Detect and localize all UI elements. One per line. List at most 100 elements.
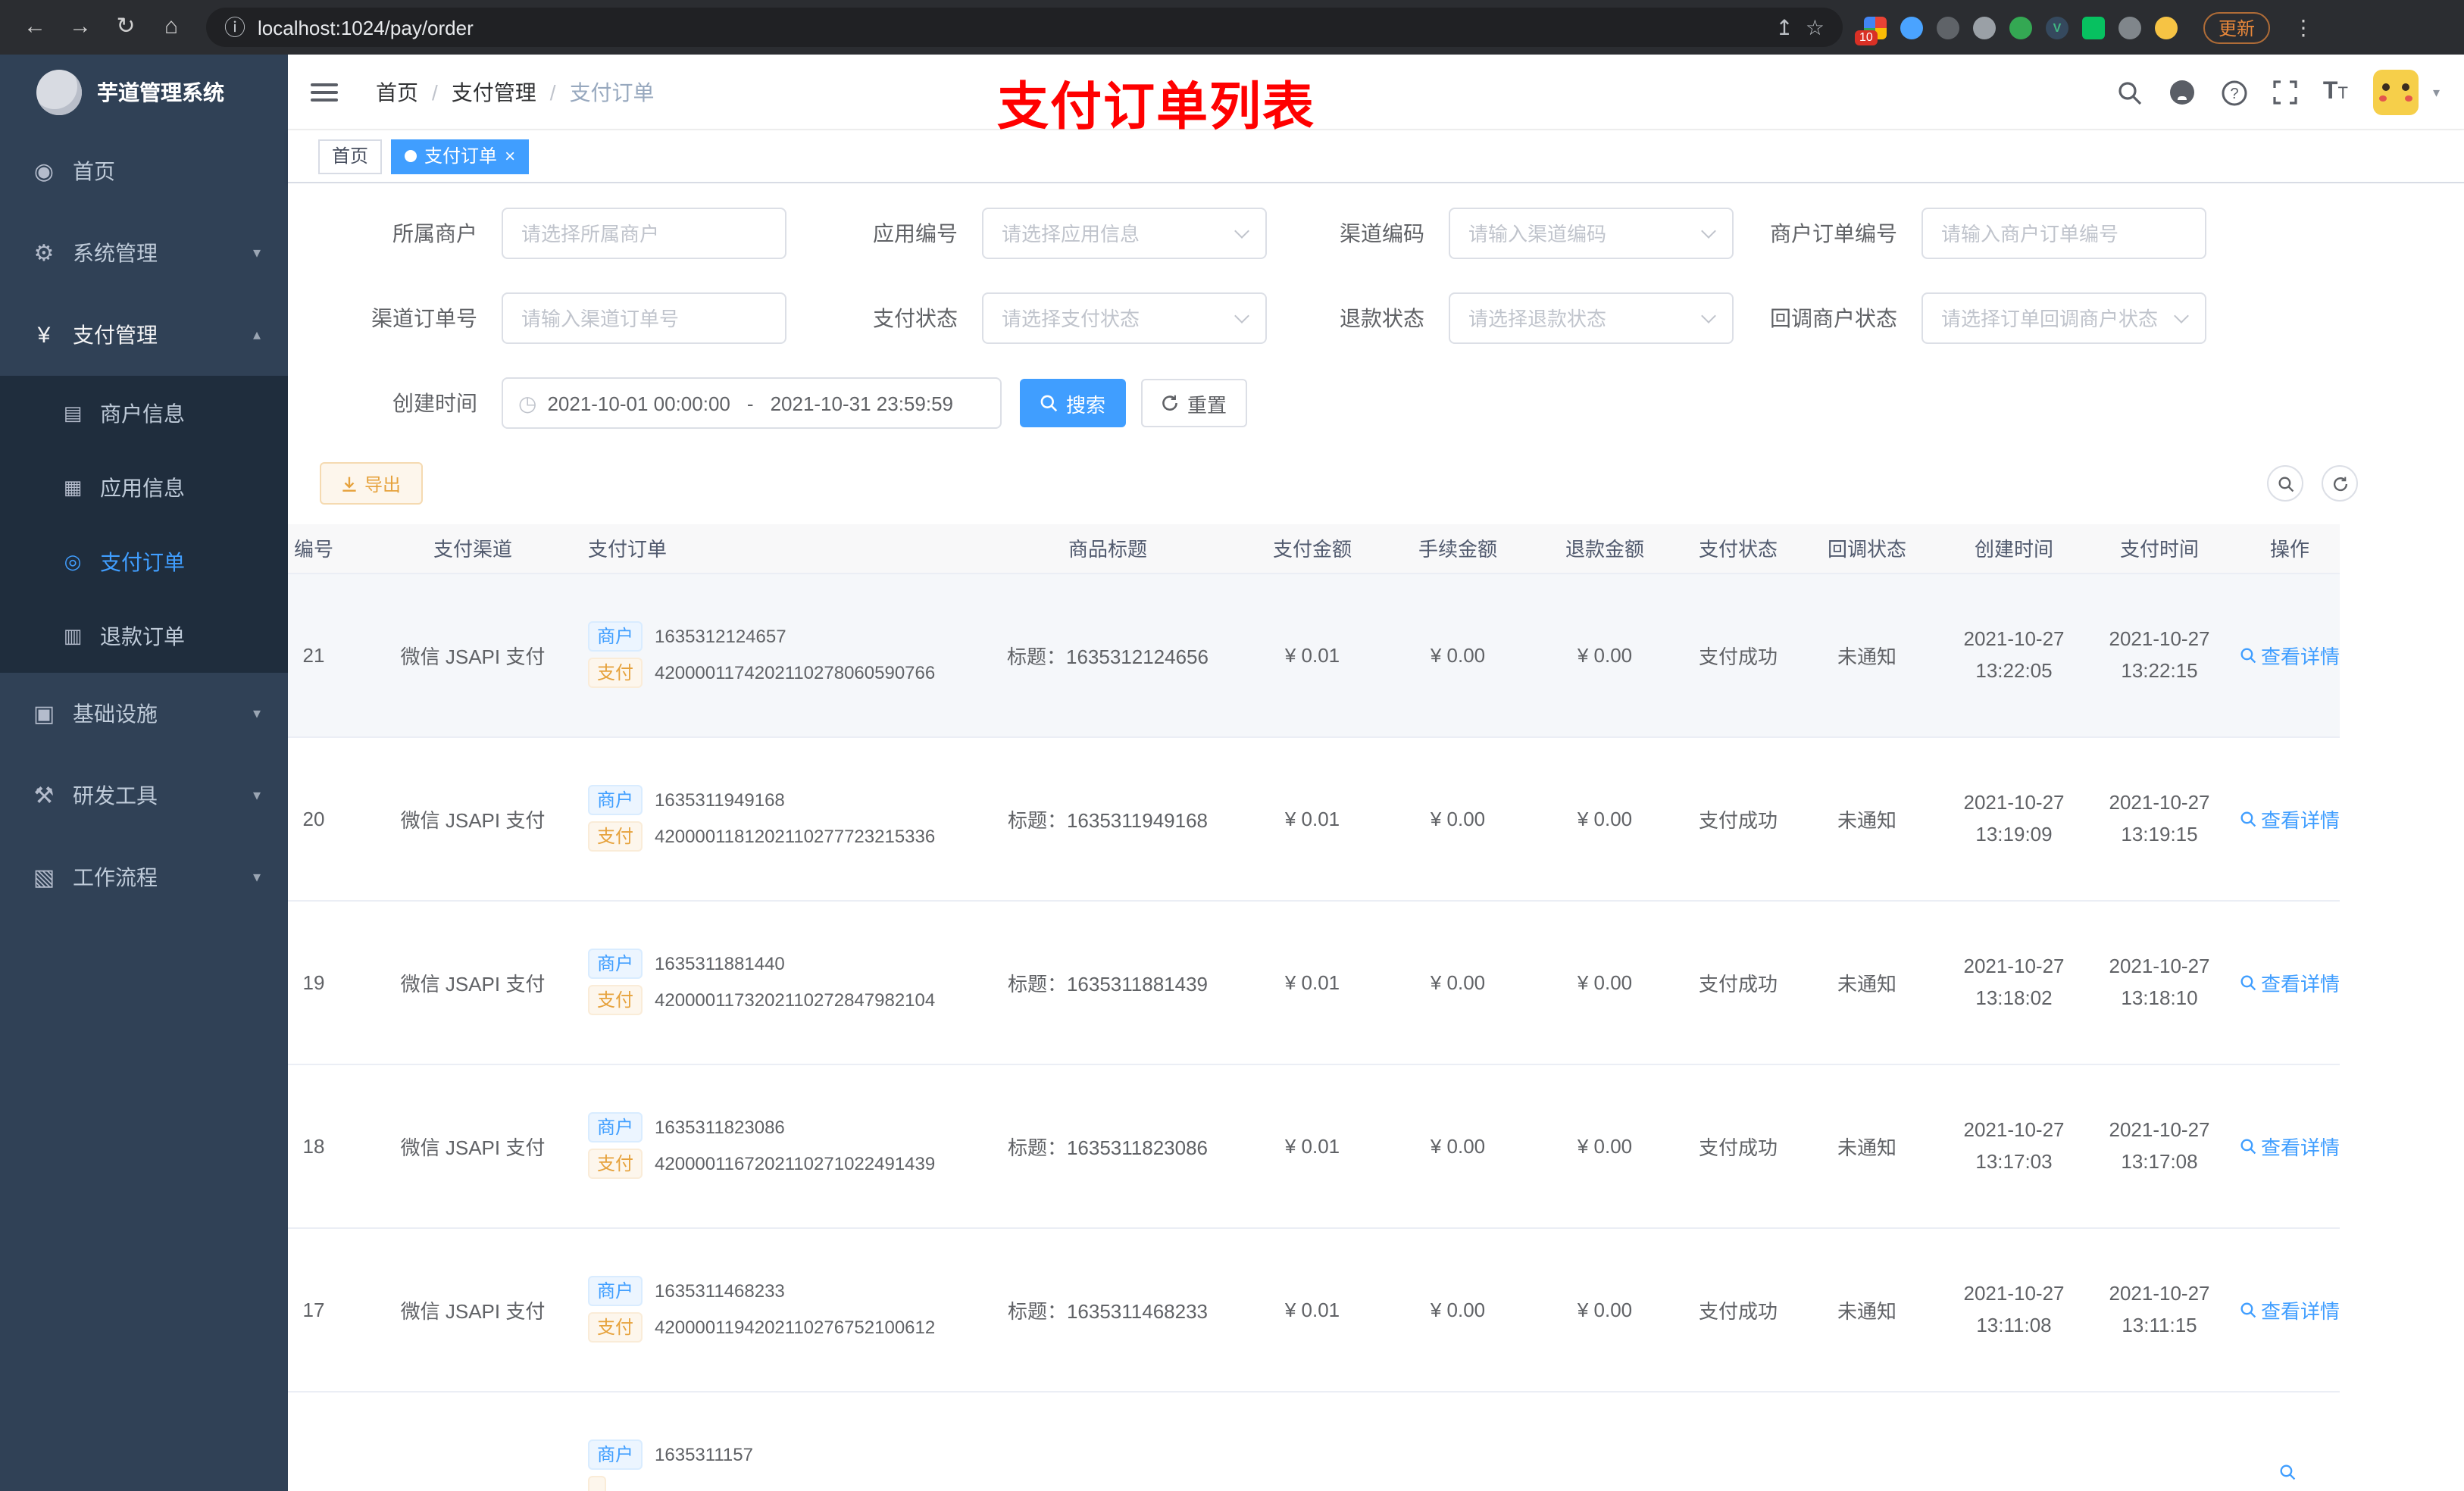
- channel-order-no: 4200001167202110271022491439: [655, 1153, 936, 1174]
- cell-refund: ¥ 0.00: [1518, 1227, 1691, 1392]
- table-header-cell: 操作: [2240, 524, 2340, 574]
- wechat-devtools-icon[interactable]: [2082, 16, 2105, 39]
- address-bar[interactable]: ⓘ localhost:1024/pay/order ↥ ☆: [206, 8, 1843, 47]
- filter-field: 回调商户状态: [1700, 292, 2206, 344]
- filter-input[interactable]: [502, 208, 786, 259]
- cell-callback: 未通知: [1785, 1227, 1949, 1392]
- cell-action: [2240, 1391, 2340, 1491]
- profile-avatar-icon[interactable]: [2155, 16, 2178, 39]
- filter-input[interactable]: [982, 208, 1267, 259]
- cell-action: 查看详情: [2240, 1227, 2340, 1392]
- reload-icon[interactable]: ↻: [106, 8, 145, 47]
- user-avatar[interactable]: [2373, 70, 2419, 115]
- extension-drop-icon[interactable]: [1900, 16, 1923, 39]
- sidebar-item-app-info[interactable]: ▦ 应用信息: [0, 450, 288, 524]
- cell-id: 20: [288, 736, 382, 901]
- cell-action: 查看详情: [2240, 900, 2340, 1064]
- view-detail-link[interactable]: 查看详情: [2240, 967, 2340, 996]
- cell-created-time: 2021-10-27 13:18:02: [1949, 900, 2079, 1064]
- app-icon: ▦: [63, 475, 83, 498]
- app-title: 芋道管理系统: [97, 80, 224, 105]
- extension-dark-icon[interactable]: [1937, 16, 1959, 39]
- sidebar-item-infrastructure[interactable]: ▣ 基础设施 ▾: [0, 673, 288, 755]
- filter-input[interactable]: [502, 292, 786, 344]
- search-button[interactable]: 搜索: [1020, 379, 1126, 427]
- filter-label: 渠道编码: [1340, 221, 1424, 245]
- sidebar-item-workflow[interactable]: ▧ 工作流程 ▾: [0, 836, 288, 918]
- forward-icon[interactable]: →: [61, 8, 100, 47]
- channel-order-no: 4200001181202110277723215336: [655, 826, 936, 847]
- font-size-icon[interactable]: TT: [2323, 79, 2348, 106]
- breadcrumb-home[interactable]: 首页: [376, 77, 418, 108]
- close-icon[interactable]: ×: [505, 147, 515, 165]
- pay-tag: 支付: [588, 985, 643, 1015]
- view-detail-link[interactable]: 查看详情: [2240, 804, 2340, 833]
- extension-grid-icon[interactable]: 10: [1855, 16, 1887, 45]
- filter-input[interactable]: [1921, 208, 2206, 259]
- table-header-cell: 退款金额: [1518, 524, 1691, 574]
- view-detail-link[interactable]: 查看详情: [2240, 640, 2340, 669]
- table-body: 21 微信 JSAPI 支付 商户 1635312124657 支付 42000…: [288, 573, 2340, 1491]
- cell-status: 支付成功: [1691, 1064, 1785, 1228]
- page-annotation: 支付订单列表: [997, 79, 1315, 136]
- puzzle-icon[interactable]: [2118, 16, 2141, 39]
- vue-devtools-icon[interactable]: V: [2046, 16, 2068, 39]
- tag-pay-order[interactable]: 支付订单 ×: [391, 139, 530, 173]
- refresh-button[interactable]: [2322, 465, 2358, 502]
- table-header-row: 编号 支付渠道 支付订单 商品标题 支付金额 手续金额 退款金额 支付状态 回调状态 创建时间 支付…: [288, 524, 2340, 574]
- sidebar-item-merchant-info[interactable]: ▤ 商户信息: [0, 376, 288, 450]
- date-range-field: 创建时间 ◷ 2021-10-01 00:00:00 - 2021-10-31 …: [311, 377, 1002, 429]
- cell-fee: ¥ 0.00: [1397, 573, 1518, 737]
- filter-input[interactable]: [1921, 292, 2206, 344]
- cell-created-time: 2021-10-27 13:22:05: [1949, 573, 2079, 737]
- help-icon[interactable]: ?: [2222, 80, 2247, 105]
- reset-button[interactable]: 重置: [1141, 379, 1247, 427]
- tag-home[interactable]: 首页: [318, 139, 383, 173]
- home-icon[interactable]: ⌂: [152, 8, 191, 47]
- cell-status: 支付成功: [1691, 736, 1785, 901]
- cell-refund: [1518, 1391, 1691, 1491]
- github-icon[interactable]: [2169, 79, 2196, 106]
- extension-green-icon[interactable]: [2009, 16, 2032, 39]
- date-range-input[interactable]: ◷ 2021-10-01 00:00:00 - 2021-10-31 23:59…: [502, 377, 1002, 429]
- sidebar-item-system[interactable]: ⚙ 系统管理 ▾: [0, 212, 288, 294]
- logo-image: [36, 70, 82, 115]
- cell-callback: [1785, 1391, 1949, 1491]
- share-icon[interactable]: ↥: [1775, 14, 1793, 40]
- cell-callback: 未通知: [1785, 1064, 1949, 1228]
- search-icon[interactable]: [2117, 80, 2143, 105]
- sidebar-item-refund-order[interactable]: ▥ 退款订单: [0, 599, 288, 673]
- chevron-down-icon: ▾: [252, 705, 261, 722]
- filter-input[interactable]: [1449, 208, 1734, 259]
- cell-paid-time: 2021-10-27 13:11:15: [2079, 1227, 2240, 1392]
- filter-input[interactable]: [1449, 292, 1734, 344]
- cell-paid-time: 2021-10-27 13:17:08: [2079, 1064, 2240, 1228]
- browser-menu-icon[interactable]: ⋮: [2293, 14, 2314, 40]
- sidebar-item-payment[interactable]: ¥ 支付管理 ▴: [0, 294, 288, 376]
- view-detail-link[interactable]: [2279, 1463, 2300, 1480]
- toggle-search-button[interactable]: [2267, 465, 2303, 502]
- site-info-icon[interactable]: ⓘ: [224, 12, 245, 42]
- breadcrumb-payment[interactable]: 支付管理: [452, 77, 536, 108]
- fullscreen-icon[interactable]: [2273, 80, 2297, 105]
- browser-update-button[interactable]: 更新: [2203, 11, 2271, 43]
- view-detail-link[interactable]: 查看详情: [2240, 1295, 2340, 1324]
- cell-amount: ¥ 0.01: [1227, 1227, 1397, 1392]
- sidebar-item-home[interactable]: ◉ 首页: [0, 130, 288, 212]
- export-button[interactable]: 导出: [320, 462, 423, 505]
- sidebar-item-devtools[interactable]: ⚒ 研发工具 ▾: [0, 755, 288, 836]
- sidebar-item-pay-order[interactable]: ◎ 支付订单: [0, 524, 288, 599]
- back-icon[interactable]: ←: [15, 8, 55, 47]
- table-row: 21 微信 JSAPI 支付 商户 1635312124657 支付 42000…: [288, 573, 2340, 737]
- extension-gray-icon[interactable]: [1973, 16, 1996, 39]
- chevron-down-icon: ▾: [252, 869, 261, 886]
- gear-icon: ⚙: [33, 241, 55, 267]
- filter-input[interactable]: [982, 292, 1267, 344]
- cell-status: 支付成功: [1691, 1227, 1785, 1392]
- avatar-caret-icon[interactable]: ▾: [2433, 84, 2440, 101]
- view-detail-link[interactable]: 查看详情: [2240, 1131, 2340, 1160]
- bookmark-star-icon[interactable]: ☆: [1806, 14, 1825, 40]
- hamburger-icon[interactable]: [311, 79, 338, 106]
- channel-order-no: 4200001173202110272847982104: [655, 989, 936, 1011]
- cell-fee: ¥ 0.00: [1397, 1064, 1518, 1228]
